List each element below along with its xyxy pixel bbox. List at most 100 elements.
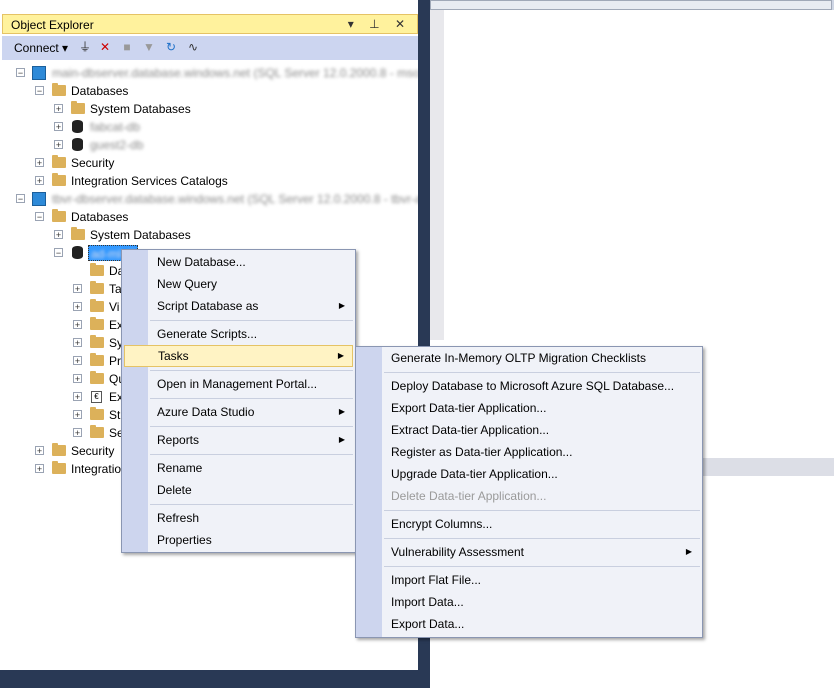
folder-icon xyxy=(90,371,104,384)
expand-icon[interactable]: + xyxy=(73,320,82,330)
expand-icon[interactable]: + xyxy=(35,176,44,186)
expand-icon[interactable]: + xyxy=(35,446,44,456)
menu-item-rename[interactable]: Rename xyxy=(124,457,353,479)
menu-item-script-database-as[interactable]: Script Database as ▶ xyxy=(124,295,353,317)
expand-icon[interactable]: + xyxy=(73,302,82,312)
menu-item-tasks[interactable]: Tasks ▶ xyxy=(124,345,353,367)
menu-item-upgrade-dac[interactable]: Upgrade Data-tier Application... xyxy=(358,463,700,485)
node-label: fabcat-db xyxy=(90,120,141,134)
menu-item-encrypt-columns[interactable]: Encrypt Columns... xyxy=(358,513,700,535)
expand-icon[interactable]: + xyxy=(73,392,82,402)
node-label: System Databases xyxy=(90,228,191,242)
menu-separator xyxy=(150,370,353,371)
node-label: Integratio xyxy=(71,462,122,476)
menu-item-open-portal[interactable]: Open in Management Portal... xyxy=(124,373,353,395)
database-icon xyxy=(72,246,83,259)
menu-separator xyxy=(384,566,700,567)
menu-item-delete[interactable]: Delete xyxy=(124,479,353,501)
node-label: Ta xyxy=(109,282,122,296)
folder-icon xyxy=(71,101,85,114)
folder-icon xyxy=(90,407,104,420)
folder-icon xyxy=(52,443,66,456)
submenu-arrow-icon: ▶ xyxy=(338,435,345,444)
menu-item-import-data[interactable]: Import Data... xyxy=(358,591,700,613)
collapse-icon[interactable]: − xyxy=(54,248,63,258)
expand-icon[interactable]: + xyxy=(54,140,63,150)
menu-item-generate-scripts[interactable]: Generate Scripts... xyxy=(124,323,353,345)
stop-icon[interactable]: ■ xyxy=(120,40,134,54)
menu-item-azure-data-studio[interactable]: Azure Data Studio ▶ xyxy=(124,401,353,423)
menu-separator xyxy=(150,454,353,455)
database-icon xyxy=(72,120,83,133)
folder-icon xyxy=(71,227,85,240)
node-label: Databases xyxy=(71,84,129,98)
expand-icon[interactable]: + xyxy=(73,428,82,438)
menu-item-properties[interactable]: Properties xyxy=(124,529,353,551)
menu-separator xyxy=(150,426,353,427)
menu-item-new-database[interactable]: New Database... xyxy=(124,251,353,273)
submenu-arrow-icon: ▶ xyxy=(685,547,692,556)
menu-item-vulnerability-assessment[interactable]: Vulnerability Assessment ▶ xyxy=(358,541,700,563)
folder-icon xyxy=(52,209,66,222)
window-buttons[interactable]: ▾ ⊥ ✕ xyxy=(348,17,411,31)
menu-separator xyxy=(150,320,353,321)
menu-item-register-dac[interactable]: Register as Data-tier Application... xyxy=(358,441,700,463)
server-icon xyxy=(32,66,46,80)
submenu-arrow-icon: ▶ xyxy=(337,351,344,360)
menu-item-extract-dac[interactable]: Extract Data-tier Application... xyxy=(358,419,700,441)
node-label: Databases xyxy=(71,210,129,224)
object-explorer-toolbar: Connect ▾ ⏚ ✕ ■ ▼ ↻ ∿ xyxy=(2,36,418,60)
node-label: System Databases xyxy=(90,102,191,116)
expand-icon[interactable]: + xyxy=(73,374,82,384)
refresh-icon[interactable]: ↻ xyxy=(164,40,178,54)
database-context-menu: New Database... New Query Script Databas… xyxy=(121,249,356,553)
connect-button[interactable]: Connect ▾ xyxy=(14,41,68,55)
menu-item-export-dac[interactable]: Export Data-tier Application... xyxy=(358,397,700,419)
expand-icon[interactable]: + xyxy=(54,104,63,114)
menu-separator xyxy=(384,510,700,511)
disconnect-icon[interactable]: ✕ xyxy=(98,40,112,54)
menu-separator xyxy=(150,398,353,399)
server-icon xyxy=(32,192,46,206)
expand-icon[interactable]: + xyxy=(54,122,63,132)
expand-icon[interactable]: + xyxy=(73,338,82,348)
server-name: tbvr-dbserver.database.windows.net (SQL … xyxy=(52,192,418,206)
node-label: Security xyxy=(71,156,115,170)
node-label: Security xyxy=(71,444,115,458)
collapse-icon[interactable]: − xyxy=(35,212,44,222)
menu-item-import-flat-file[interactable]: Import Flat File... xyxy=(358,569,700,591)
collapse-icon[interactable]: − xyxy=(16,194,25,204)
folder-icon xyxy=(90,317,104,330)
menu-item-generate-oltp-checklists[interactable]: Generate In-Memory OLTP Migration Checkl… xyxy=(358,347,700,369)
folder-icon xyxy=(90,353,104,366)
folder-icon xyxy=(52,461,66,474)
folder-icon xyxy=(90,281,104,294)
submenu-arrow-icon: ▶ xyxy=(338,407,345,416)
menu-item-reports[interactable]: Reports ▶ xyxy=(124,429,353,451)
expand-icon[interactable]: + xyxy=(54,230,63,240)
folder-icon xyxy=(52,83,66,96)
activity-monitor-icon[interactable]: ∿ xyxy=(186,40,200,54)
expand-icon[interactable]: + xyxy=(35,158,44,168)
folder-icon xyxy=(90,425,104,438)
node-label: St xyxy=(109,408,121,422)
menu-separator xyxy=(384,538,700,539)
collapse-icon[interactable]: − xyxy=(35,86,44,96)
node-label: Pr xyxy=(109,354,121,368)
collapse-icon[interactable]: − xyxy=(16,68,25,78)
folder-icon xyxy=(52,155,66,168)
menu-item-new-query[interactable]: New Query xyxy=(124,273,353,295)
menu-item-refresh[interactable]: Refresh xyxy=(124,507,353,529)
menu-separator xyxy=(384,372,700,373)
folder-icon xyxy=(90,335,104,348)
menu-item-deploy-to-azure[interactable]: Deploy Database to Microsoft Azure SQL D… xyxy=(358,375,700,397)
menu-item-export-data[interactable]: Export Data... xyxy=(358,613,700,635)
filter-icon[interactable]: ▼ xyxy=(142,40,156,54)
document-gutter xyxy=(430,10,444,340)
expand-icon[interactable]: + xyxy=(73,284,82,294)
expand-icon[interactable]: + xyxy=(35,464,44,474)
tasks-submenu: Generate In-Memory OLTP Migration Checkl… xyxy=(355,346,703,638)
expand-icon[interactable]: + xyxy=(73,356,82,366)
connect-plug-icon[interactable]: ⏚ xyxy=(78,40,92,54)
expand-icon[interactable]: + xyxy=(73,410,82,420)
